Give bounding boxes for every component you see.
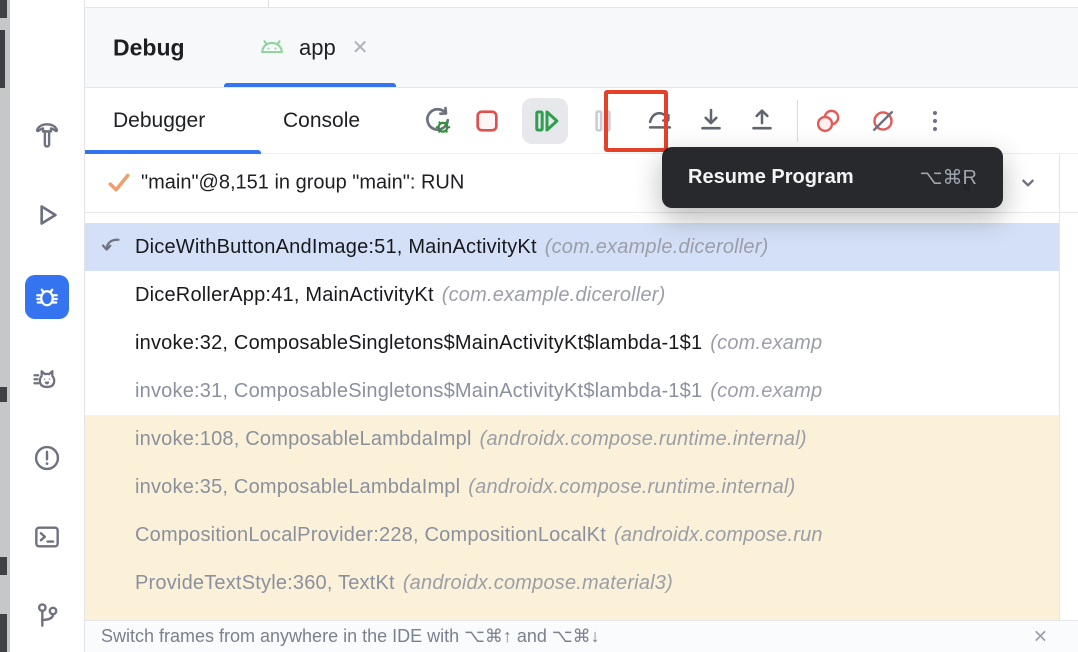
terminal-icon	[31, 521, 63, 553]
frame-package: (com.example.diceroller)	[545, 236, 769, 259]
cat-icon	[31, 364, 63, 396]
session-tab-app[interactable]: app ✕	[245, 8, 380, 87]
stack-frame-row[interactable]: invoke:108, ComposableLambdaImpl (androi…	[85, 415, 1059, 463]
frame-title: CompositionLocalProvider:228, Compositio…	[135, 524, 606, 547]
frame-title: DiceRollerApp:41, MainActivityKt	[135, 284, 434, 307]
frame-package: (androidx.compose.runtime.internal)	[480, 428, 807, 451]
check-icon	[105, 169, 133, 197]
frame-package: (androidx.compose.runtime.internal)	[468, 476, 795, 499]
window-edge-artifact	[0, 614, 7, 652]
stack-frame-row[interactable]: DiceRollerApp:41, MainActivityKt (com.ex…	[85, 271, 1059, 319]
frame-title: ProvideTextStyle:360, TextKt	[135, 572, 395, 595]
frame-package: (com.examp	[710, 380, 822, 403]
window-edge	[0, 0, 10, 652]
frames-list: DiceWithButtonAndImage:51, MainActivityK…	[85, 213, 1059, 607]
library-frames-filler	[85, 607, 1059, 620]
step-over-button[interactable]	[643, 104, 677, 138]
stack-frame-row[interactable]: invoke:31, ComposableSingletons$MainActi…	[85, 367, 1059, 415]
debug-tool-window: Debug app ✕ Debugger	[0, 0, 1078, 652]
sidebar-item-run[interactable]	[25, 193, 69, 237]
execution-point-icon	[97, 233, 125, 261]
more-options-button[interactable]	[918, 104, 952, 138]
window-edge-artifact	[0, 30, 5, 88]
frame-title: invoke:35, ComposableLambdaImpl	[135, 476, 460, 499]
thread-status-text[interactable]: "main"@8,151 in group "main": RUN	[141, 172, 464, 195]
step-into-icon	[695, 105, 727, 137]
frame-title: invoke:32, ComposableSingletons$MainActi…	[135, 332, 702, 355]
tab-console[interactable]: Console	[283, 88, 360, 153]
stop-icon	[471, 105, 503, 137]
scrollbar-gutter-divider	[1059, 154, 1060, 212]
step-over-icon	[644, 105, 676, 137]
step-into-button[interactable]	[694, 104, 728, 138]
more-vertical-icon	[933, 111, 937, 131]
tab-console-label: Console	[283, 109, 360, 133]
frame-title: invoke:108, ComposableLambdaImpl	[135, 428, 472, 451]
hammer-icon	[31, 119, 63, 151]
git-branch-icon	[31, 599, 63, 631]
view-breakpoints-button[interactable]	[811, 104, 845, 138]
stop-button[interactable]	[470, 104, 504, 138]
view-breakpoints-icon	[812, 105, 844, 137]
active-tab-underline	[224, 83, 396, 87]
debugger-toolbar: Debugger Console	[85, 88, 1078, 154]
chevron-down-icon[interactable]	[1014, 169, 1042, 197]
window-edge-artifact	[0, 387, 7, 402]
bug-icon	[32, 282, 62, 312]
session-tab-label: app	[299, 35, 336, 61]
frames-panel: DiceWithButtonAndImage:51, MainActivityK…	[85, 213, 1078, 620]
hint-bar: Switch frames from anywhere in the IDE w…	[85, 620, 1078, 652]
debug-header: Debug app ✕	[85, 8, 1078, 88]
close-icon[interactable]: ✕	[352, 35, 369, 60]
frame-package: (androidx.compose.run	[614, 524, 823, 547]
sidebar-item-version-control[interactable]	[25, 593, 69, 637]
tooltip-shortcut: ⌥⌘R	[920, 165, 978, 190]
rerun-debugger-button[interactable]	[420, 104, 454, 138]
pause-program-button[interactable]	[586, 104, 620, 138]
resume-program-tooltip: Resume Program ⌥⌘R	[662, 147, 1003, 208]
android-icon	[257, 33, 287, 63]
frame-title: invoke:31, ComposableSingletons$MainActi…	[135, 380, 702, 403]
tool-window-title: Debug	[113, 34, 185, 61]
tooltip-label: Resume Program	[688, 166, 854, 189]
stack-frame-row[interactable]: invoke:32, ComposableSingletons$MainActi…	[85, 319, 1059, 367]
step-out-icon	[746, 105, 778, 137]
close-icon[interactable]: ✕	[1033, 626, 1048, 647]
debug-panel: Debug app ✕ Debugger	[85, 0, 1078, 652]
sidebar-item-debug[interactable]	[25, 275, 69, 319]
play-icon	[31, 199, 63, 231]
frame-title: DiceWithButtonAndImage:51, MainActivityK…	[135, 236, 537, 259]
sidebar-item-logcat[interactable]	[25, 358, 69, 402]
mute-breakpoints-button[interactable]	[866, 104, 900, 138]
frame-package: (com.example.diceroller)	[442, 284, 666, 307]
sidebar-item-problems[interactable]	[25, 436, 69, 480]
stack-frame-row[interactable]: CompositionLocalProvider:228, Compositio…	[85, 511, 1059, 559]
tool-window-sidebar	[10, 0, 85, 652]
resume-program-button[interactable]	[528, 104, 562, 138]
window-edge-artifact	[0, 0, 7, 18]
resume-icon	[528, 104, 562, 138]
sidebar-item-terminal[interactable]	[25, 515, 69, 559]
stack-frame-row[interactable]: invoke:35, ComposableLambdaImpl (android…	[85, 463, 1059, 511]
frame-package: (com.examp	[710, 332, 822, 355]
hint-text: Switch frames from anywhere in the IDE w…	[101, 626, 600, 647]
rerun-debugger-icon	[420, 104, 454, 138]
step-out-button[interactable]	[745, 104, 779, 138]
sidebar-item-build[interactable]	[25, 113, 69, 157]
toolbar-divider	[797, 100, 798, 142]
scrollbar-gutter-divider	[1059, 213, 1060, 620]
editor-bottom-edge	[85, 0, 1078, 8]
stack-frame-row[interactable]: DiceWithButtonAndImage:51, MainActivityK…	[85, 223, 1059, 271]
frame-package: (androidx.compose.material3)	[403, 572, 673, 595]
tab-debugger-label: Debugger	[113, 109, 205, 133]
window-edge-artifact	[0, 557, 7, 575]
tab-debugger[interactable]: Debugger	[113, 88, 205, 153]
mute-breakpoints-icon	[867, 105, 899, 137]
pause-icon	[587, 105, 619, 137]
stack-frame-row[interactable]: ProvideTextStyle:360, TextKt (androidx.c…	[85, 559, 1059, 607]
warning-circle-icon	[31, 442, 63, 474]
